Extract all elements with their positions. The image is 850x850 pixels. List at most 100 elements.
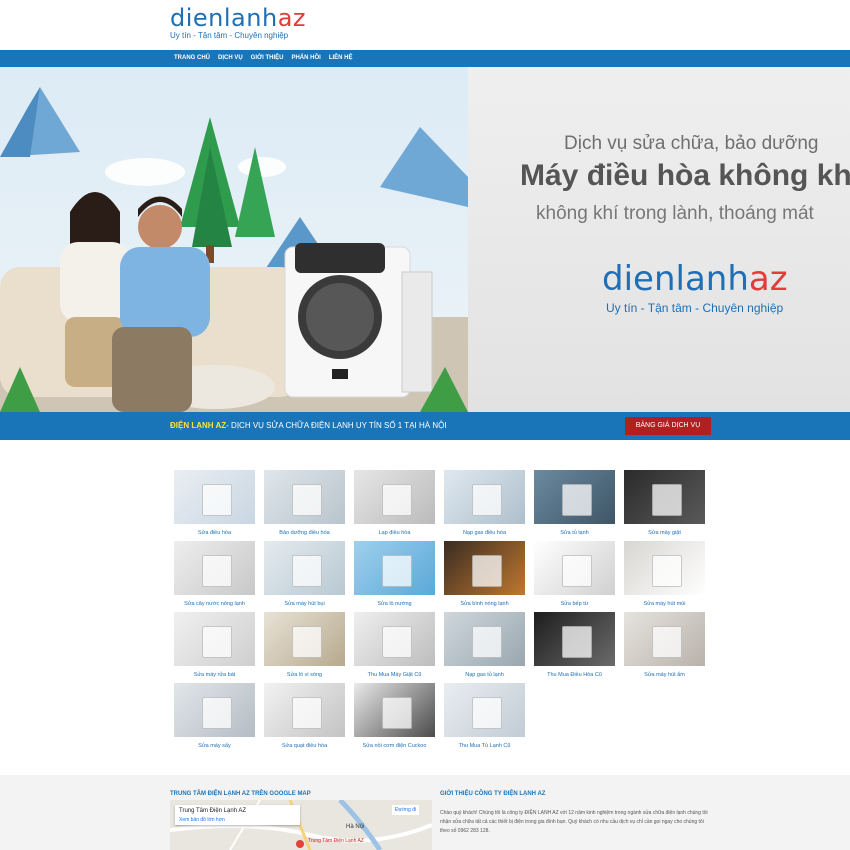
service-caption[interactable]: Sửa máy hút bụi (264, 601, 345, 607)
service-thumbnail[interactable] (174, 683, 255, 737)
about-text: Chào quý khách! Chúng tôi là công ty ĐIỆ… (440, 810, 708, 834)
service-caption[interactable]: Thu Mua Tủ Lạnh Cũ (444, 743, 525, 749)
service-caption[interactable]: Sửa điều hòa (174, 530, 255, 536)
appliance-figure (472, 626, 502, 658)
service-thumbnail[interactable] (534, 612, 615, 666)
nav-item-contact[interactable]: LIÊN HỆ (329, 50, 353, 67)
service-item[interactable]: Sửa bình nóng lạnh (444, 541, 525, 611)
map-place-name: Trung Tâm Điện Lạnh AZ (179, 808, 247, 814)
promo-text: ĐIỆN LẠNH AZ- DỊCH VỤ SỬA CHỮA ĐIỆN LẠNH… (170, 421, 447, 430)
appliance-figure (382, 626, 412, 658)
service-caption[interactable]: Lạp điều hòa (354, 530, 435, 536)
service-thumbnail[interactable] (354, 541, 435, 595)
service-thumbnail[interactable] (444, 470, 525, 524)
map-city-label: Hà Nội (346, 824, 365, 830)
service-caption[interactable]: Thu Mua Máy Giặt Cũ (354, 672, 435, 678)
service-caption[interactable]: Bảo dưỡng điều hòa (264, 530, 345, 536)
service-caption[interactable]: Sửa lò vi sóng (264, 672, 345, 678)
service-thumbnail[interactable] (264, 541, 345, 595)
service-item[interactable]: Sửa quạt điều hòa (264, 683, 345, 753)
service-caption[interactable]: Sửa lò nướng (354, 601, 435, 607)
appliance-figure (292, 697, 322, 729)
banner-text-panel: Dịch vụ sửa chữa, bảo dưỡng Máy điều hòa… (468, 67, 850, 412)
appliance-figure (382, 555, 412, 587)
service-thumbnail[interactable] (444, 612, 525, 666)
service-thumbnail[interactable] (444, 541, 525, 595)
service-item[interactable]: Lạp điều hòa (354, 470, 435, 540)
service-thumbnail[interactable] (624, 612, 705, 666)
nav-item-home[interactable]: TRANG CHỦ (174, 50, 210, 67)
service-thumbnail[interactable] (444, 683, 525, 737)
service-item[interactable]: Sửa máy hút ẩm (624, 612, 705, 682)
service-thumbnail[interactable] (354, 612, 435, 666)
map-info-card: Trung Tâm Điện Lạnh AZ Xem bản đồ lớn hơ… (175, 805, 300, 825)
service-item[interactable]: Sửa tủ lạnh (534, 470, 615, 540)
map-heading: TRUNG TÂM ĐIỆN LẠNH AZ TRÊN GOOGLE MAP (170, 791, 311, 797)
service-thumbnail[interactable] (624, 541, 705, 595)
footer: TRUNG TÂM ĐIỆN LẠNH AZ TRÊN GOOGLE MAP G… (0, 775, 850, 850)
service-item[interactable]: Sửa máy hút mùi (624, 541, 705, 611)
appliance-figure (562, 555, 592, 587)
appliance-figure (652, 626, 682, 658)
service-caption[interactable]: Sửa nồi cơm điện Cuckoo (354, 743, 435, 749)
service-item[interactable]: Thu Mua Máy Giặt Cũ (354, 612, 435, 682)
service-thumbnail[interactable] (624, 470, 705, 524)
service-thumbnail[interactable] (354, 470, 435, 524)
hero-banner[interactable]: Dịch vụ sửa chữa, bảo dưỡng Máy điều hòa… (0, 67, 850, 412)
logo-tagline: Uy tín - Tận tâm - Chuyên nghiệp (170, 31, 289, 40)
price-list-button[interactable]: BẢNG GIÁ DỊCH VỤ (625, 417, 711, 435)
appliance-figure (292, 626, 322, 658)
service-item[interactable]: Bảo dưỡng điều hòa (264, 470, 345, 540)
service-item[interactable]: Sửa điều hòa (174, 470, 255, 540)
promo-strip: ĐIỆN LẠNH AZ- DỊCH VỤ SỬA CHỮA ĐIỆN LẠNH… (0, 412, 850, 440)
service-caption[interactable]: Sửa máy hút ẩm (624, 672, 705, 678)
service-item[interactable]: Sửa máy giặt (624, 470, 705, 540)
appliance-figure (652, 484, 682, 516)
service-item[interactable]: Sửa lò nướng (354, 541, 435, 611)
site-logo[interactable]: dienlanhaz Uy tín - Tận tâm - Chuyên ngh… (170, 5, 306, 40)
map-larger-link[interactable]: Xem bản đồ lớn hơn (179, 817, 225, 823)
service-caption[interactable]: Sửa máy giặt (624, 530, 705, 536)
service-thumbnail[interactable] (264, 470, 345, 524)
service-caption[interactable]: Sửa máy hút mùi (624, 601, 705, 607)
map-directions-button[interactable]: Đường đi (392, 805, 420, 815)
service-item[interactable]: Sửa máy sấy (174, 683, 255, 753)
service-thumbnail[interactable] (174, 541, 255, 595)
banner-illustration (0, 87, 468, 412)
service-caption[interactable]: Sửa bếp từ (534, 601, 615, 607)
service-item[interactable]: Thu Mua Điều Hòa Cũ (534, 612, 615, 682)
service-caption[interactable]: Sửa tủ lạnh (534, 530, 615, 536)
appliance-figure (562, 626, 592, 658)
service-thumbnail[interactable] (174, 612, 255, 666)
service-thumbnail[interactable] (534, 541, 615, 595)
nav-item-services[interactable]: DỊCH VỤ (218, 50, 243, 67)
service-item[interactable]: Sửa máy rửa bát (174, 612, 255, 682)
service-item[interactable]: Sửa lò vi sóng (264, 612, 345, 682)
service-item[interactable]: Sửa nồi cơm điện Cuckoo (354, 683, 435, 753)
service-thumbnail[interactable] (354, 683, 435, 737)
service-caption[interactable]: Sửa cây nước nóng lạnh (174, 601, 255, 607)
service-thumbnail[interactable] (534, 470, 615, 524)
service-thumbnail[interactable] (174, 470, 255, 524)
service-item[interactable]: Nạp gas tủ lạnh (444, 612, 525, 682)
service-caption[interactable]: Thu Mua Điều Hòa Cũ (534, 672, 615, 678)
appliance-figure (472, 697, 502, 729)
nav-item-about[interactable]: GIỚI THIỆU (251, 50, 284, 67)
service-item[interactable]: Sửa máy hút bụi (264, 541, 345, 611)
appliance-figure (472, 555, 502, 587)
service-caption[interactable]: Nạp gas tủ lạnh (444, 672, 525, 678)
service-item[interactable]: Sửa cây nước nóng lạnh (174, 541, 255, 611)
site-header: dienlanhaz Uy tín - Tận tâm - Chuyên ngh… (0, 0, 850, 50)
service-thumbnail[interactable] (264, 612, 345, 666)
google-map[interactable]: Trung Tâm Điện Lạnh AZ Xem bản đồ lớn hơ… (170, 800, 432, 850)
service-thumbnail[interactable] (264, 683, 345, 737)
service-caption[interactable]: Sửa quạt điều hòa (264, 743, 345, 749)
service-item[interactable]: Thu Mua Tủ Lạnh Cũ (444, 683, 525, 753)
nav-item-feedback[interactable]: PHẢN HỒI (291, 50, 320, 67)
service-caption[interactable]: Sửa máy rửa bát (174, 672, 255, 678)
service-caption[interactable]: Nạp gas điều hòa (444, 530, 525, 536)
service-item[interactable]: Nạp gas điều hòa (444, 470, 525, 540)
service-caption[interactable]: Sửa máy sấy (174, 743, 255, 749)
service-item[interactable]: Sửa bếp từ (534, 541, 615, 611)
service-caption[interactable]: Sửa bình nóng lạnh (444, 601, 525, 607)
